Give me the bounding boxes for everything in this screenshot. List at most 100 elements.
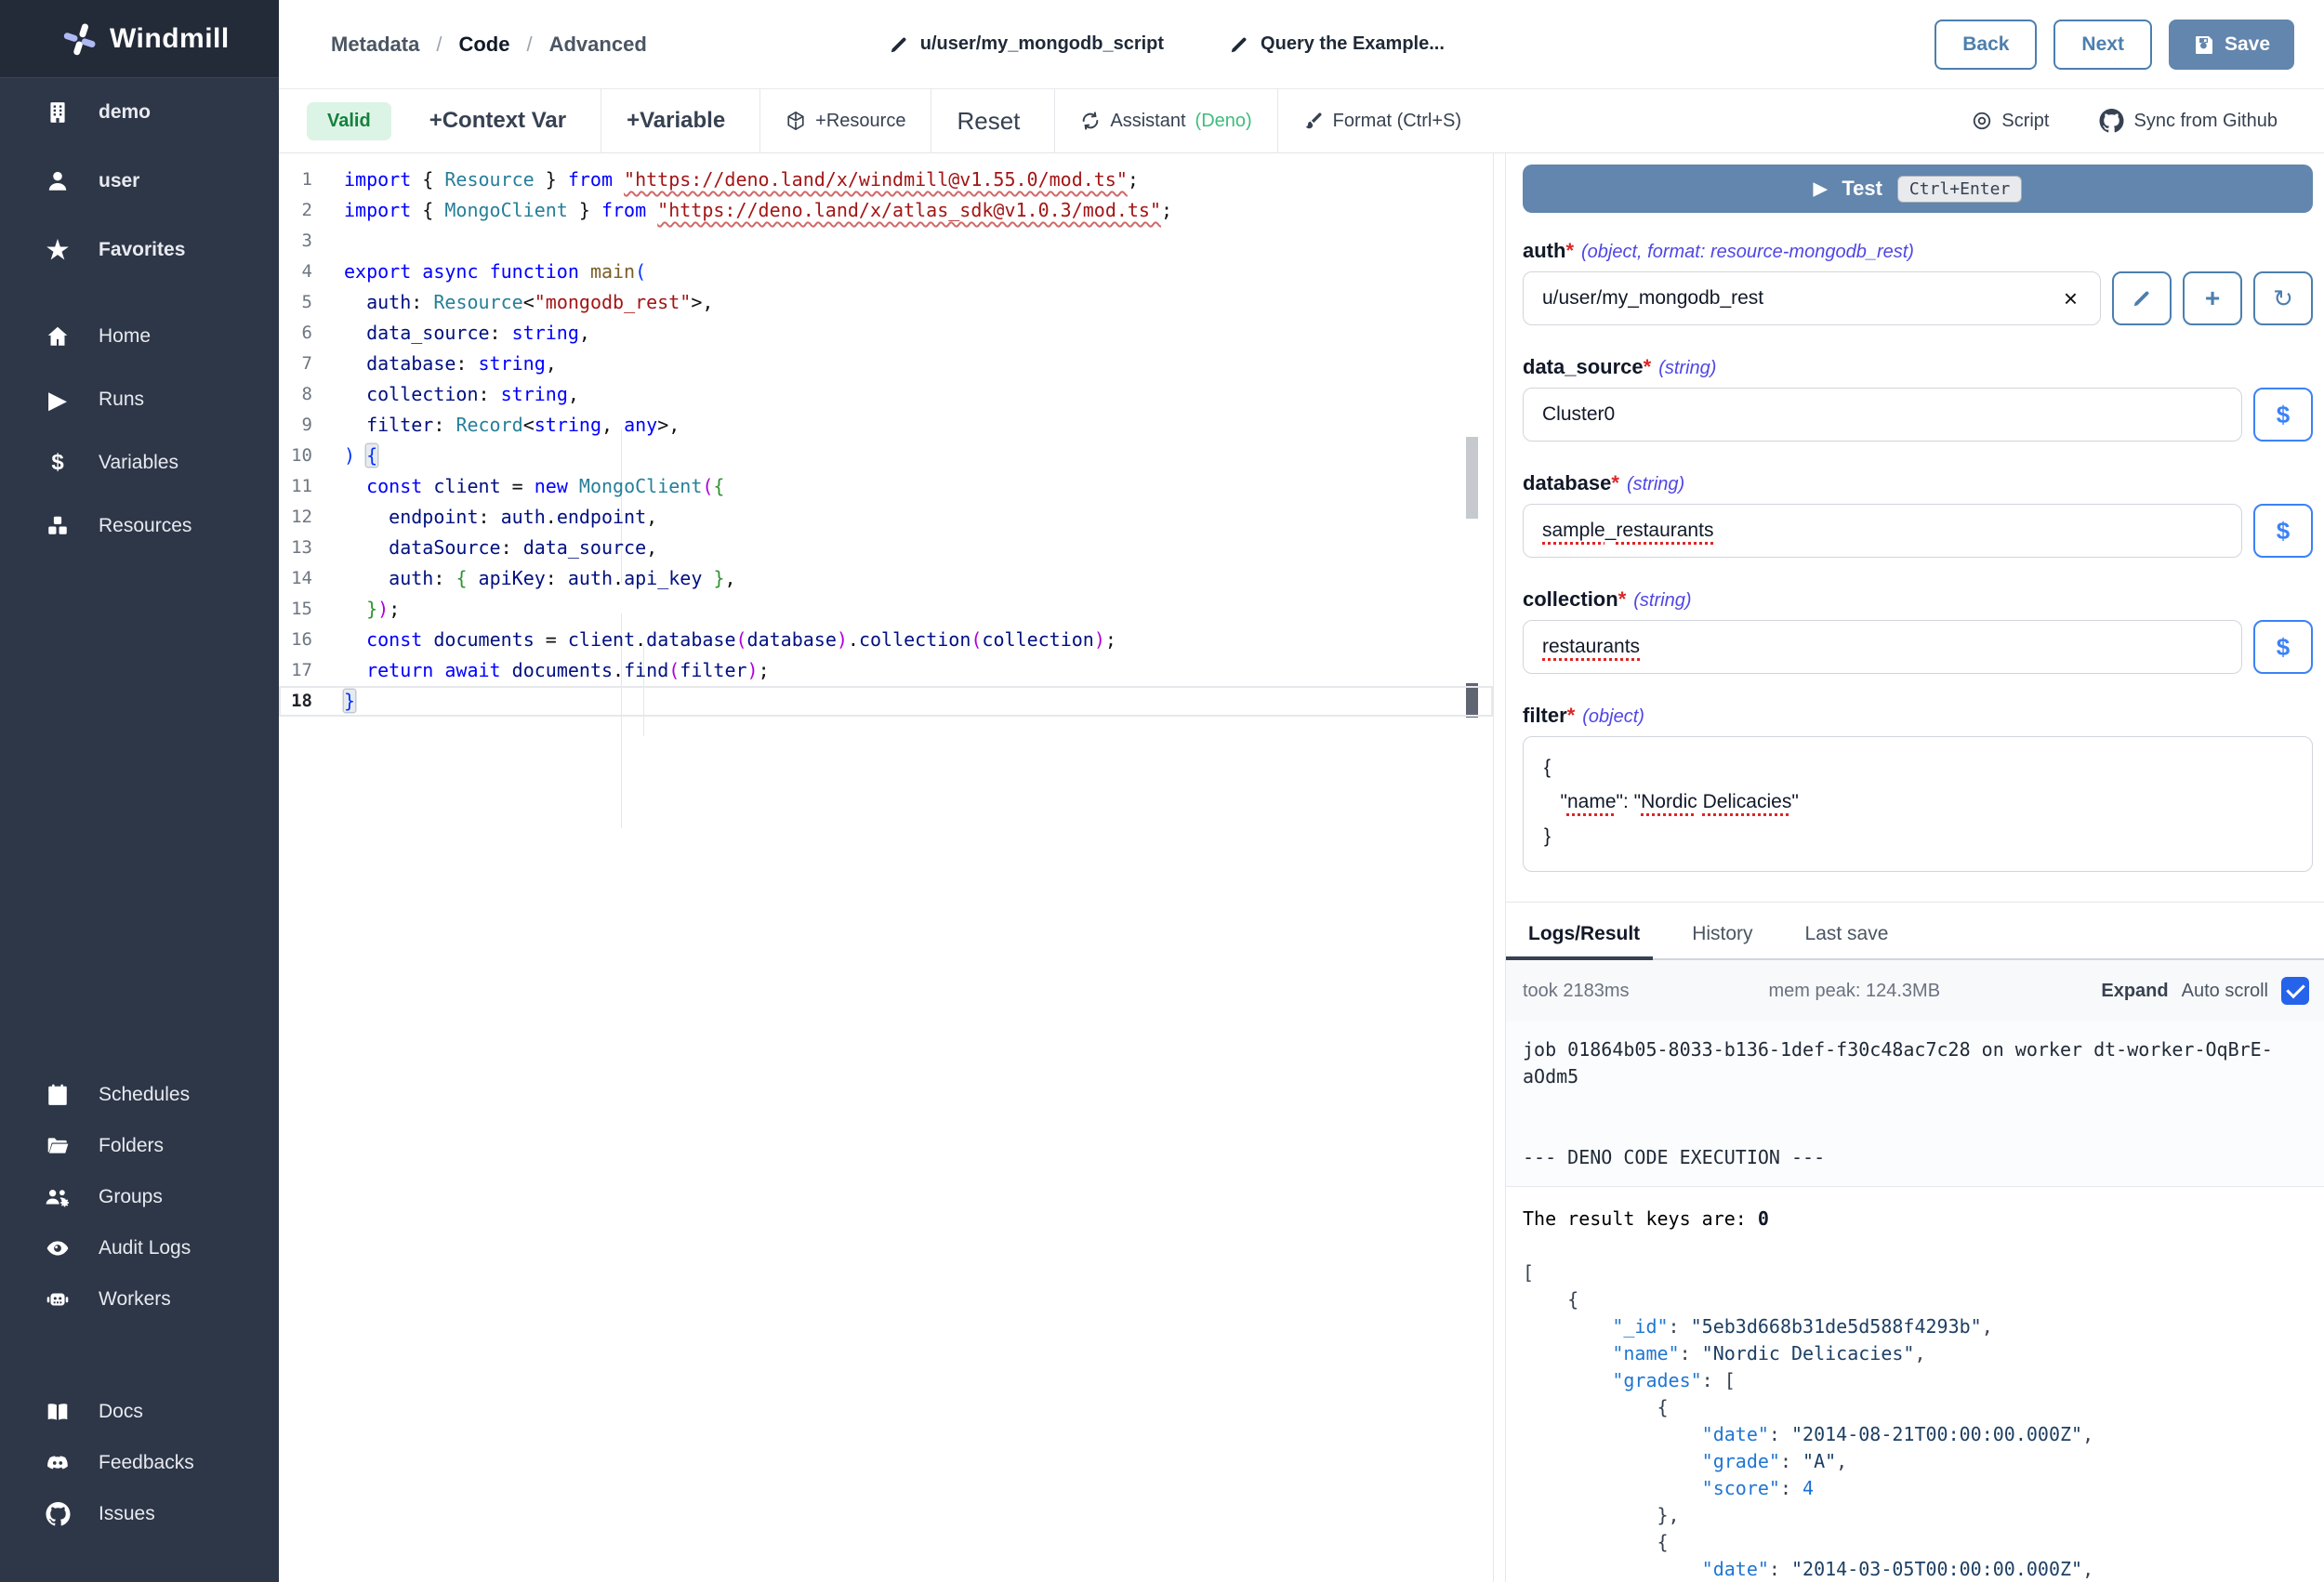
folder-icon bbox=[37, 1134, 78, 1158]
save-button[interactable]: Save bbox=[2169, 20, 2294, 70]
sidebar-item-runs[interactable]: ▶Runs bbox=[0, 368, 279, 431]
auth-resource-input[interactable]: u/user/my_mongodb_rest× bbox=[1523, 271, 2101, 325]
book-icon bbox=[37, 1400, 78, 1424]
code-editor[interactable]: 1import { Resource } from "https://deno.… bbox=[279, 153, 1493, 1582]
line-number: 14 bbox=[279, 563, 312, 594]
dollar-icon: +Context Var bbox=[429, 110, 566, 132]
back-button[interactable]: Back bbox=[1934, 20, 2037, 70]
sidebar-item-favorites[interactable]: ★Favorites bbox=[0, 216, 279, 284]
breadcrumb: Metadata/Code/Advanced bbox=[331, 33, 647, 57]
field-label: collection*(string) bbox=[1523, 587, 2313, 612]
sidebar-item-label: Issues bbox=[99, 1503, 155, 1525]
field-collection: collection*(string) restaurants$ bbox=[1523, 587, 2313, 674]
sidebar-item-workers[interactable]: Workers bbox=[0, 1273, 279, 1325]
sidebar-item-resources[interactable]: Resources bbox=[0, 494, 279, 558]
sidebar-item-label: user bbox=[99, 170, 139, 192]
windmill-logo[interactable]: Windmill bbox=[0, 0, 279, 78]
dollar-icon: $ bbox=[37, 452, 78, 474]
refresh-icon: ↻ bbox=[2273, 286, 2293, 311]
brush-icon bbox=[1303, 111, 1324, 131]
line-number: 3 bbox=[279, 226, 312, 257]
robot-icon bbox=[37, 1287, 78, 1312]
toolbar-format-ctrl-s[interactable]: Format (Ctrl+S) bbox=[1278, 99, 1486, 142]
play-icon: ▶ bbox=[37, 388, 78, 412]
toolbar-variable[interactable]: +Variable bbox=[601, 99, 759, 142]
edit-resource-button[interactable] bbox=[2112, 271, 2172, 325]
line-number: 1 bbox=[279, 165, 312, 195]
toolbar-assistant[interactable]: Assistant (Deno) bbox=[1055, 99, 1276, 142]
field-label: data_source*(string) bbox=[1523, 355, 2313, 379]
eye-icon bbox=[37, 1236, 78, 1260]
filter-object-editor[interactable]: { "name": "Nordic Delicacies"} bbox=[1523, 736, 2313, 872]
tab-logs-result[interactable]: Logs/Result bbox=[1523, 923, 1645, 958]
took-label: took 2183ms bbox=[1523, 981, 1630, 1002]
database-insert-variable-button[interactable]: $ bbox=[2253, 504, 2313, 558]
line-number: 18 bbox=[279, 686, 312, 717]
sidebar-item-demo[interactable]: demo bbox=[0, 78, 279, 147]
script-summary-label: Query the Example... bbox=[1261, 33, 1445, 55]
line-number: 2 bbox=[279, 195, 312, 226]
toolbar-sync-from-github[interactable]: Sync from Github bbox=[2086, 99, 2291, 142]
sidebar-item-groups[interactable]: Groups bbox=[0, 1171, 279, 1222]
collection-input[interactable]: restaurants bbox=[1523, 620, 2242, 674]
code-line-13: 13 dataSource: data_source, bbox=[279, 533, 1493, 563]
windmill-pinwheel-icon bbox=[61, 20, 99, 58]
database-input[interactable]: sample_restaurants bbox=[1523, 504, 2242, 558]
valid-status-badge: Valid bbox=[307, 102, 391, 140]
building-icon bbox=[37, 100, 78, 125]
data_source-insert-variable-button[interactable]: $ bbox=[2253, 388, 2313, 442]
next-button[interactable]: Next bbox=[2053, 20, 2152, 70]
assistant-icon bbox=[1080, 111, 1101, 131]
panel-resize-handle[interactable] bbox=[1493, 153, 1506, 1582]
sidebar-item-variables[interactable]: $Variables bbox=[0, 431, 279, 494]
save-floppy-icon bbox=[2193, 33, 2215, 56]
sidebar-item-audit-logs[interactable]: Audit Logs bbox=[0, 1222, 279, 1273]
add-resource-button[interactable]: + bbox=[2183, 271, 2242, 325]
toolbar-resource[interactable]: +Resource bbox=[760, 99, 931, 142]
code-line-8: 8 collection: string, bbox=[279, 379, 1493, 410]
collection-insert-variable-button[interactable]: $ bbox=[2253, 620, 2313, 674]
pencil-icon bbox=[889, 34, 909, 55]
sidebar-item-issues[interactable]: Issues bbox=[0, 1488, 279, 1539]
code-line-7: 7 database: string, bbox=[279, 349, 1493, 379]
tab-code[interactable]: Code bbox=[458, 33, 509, 57]
tab-last-save[interactable]: Last save bbox=[1800, 923, 1895, 958]
sidebar-item-docs[interactable]: Docs bbox=[0, 1386, 279, 1437]
tab-metadata[interactable]: Metadata bbox=[331, 33, 419, 57]
expand-button[interactable]: Expand bbox=[2101, 981, 2168, 1002]
line-number: 12 bbox=[279, 502, 312, 533]
code-line-15: 15 }); bbox=[279, 594, 1493, 625]
github-icon bbox=[37, 1502, 78, 1526]
groups-icon bbox=[37, 1185, 78, 1209]
user-icon bbox=[37, 169, 78, 193]
code-line-11: 11 const client = new MongoClient({ bbox=[279, 471, 1493, 502]
sidebar-item-label: Schedules bbox=[99, 1084, 190, 1106]
sidebar-item-feedbacks[interactable]: Feedbacks bbox=[0, 1437, 279, 1488]
sidebar-item-schedules[interactable]: Schedules bbox=[0, 1069, 279, 1120]
cubes-icon bbox=[37, 514, 78, 538]
sidebar-item-label: Audit Logs bbox=[99, 1237, 191, 1259]
sidebar-item-label: Folders bbox=[99, 1135, 164, 1157]
data_source-input[interactable]: Cluster0 bbox=[1523, 388, 2242, 442]
sidebar-item-label: Favorites bbox=[99, 239, 185, 261]
tab-history[interactable]: History bbox=[1686, 923, 1758, 958]
sidebar-item-label: Docs bbox=[99, 1401, 143, 1423]
sidebar-item-home[interactable]: Home bbox=[0, 305, 279, 368]
app-root: Windmill demouser★Favorites Home▶Runs$Va… bbox=[0, 0, 2324, 1582]
target-icon bbox=[1972, 111, 1992, 131]
toolbar-context-var[interactable]: +Context Var bbox=[404, 99, 601, 142]
field-auth: auth*(object, format: resource-mongodb_r… bbox=[1523, 239, 2313, 325]
code-line-3: 3 bbox=[279, 226, 1493, 257]
autoscroll-checkbox[interactable] bbox=[2281, 977, 2309, 1005]
refresh-resource-button[interactable]: ↻ bbox=[2253, 271, 2313, 325]
field-data_source: data_source*(string) Cluster0$ bbox=[1523, 355, 2313, 442]
tab-advanced[interactable]: Advanced bbox=[549, 33, 647, 57]
toolbar-script[interactable]: Script bbox=[1959, 99, 2062, 142]
sidebar-item-folders[interactable]: Folders bbox=[0, 1120, 279, 1171]
sidebar-item-user[interactable]: user bbox=[0, 147, 279, 216]
script-path-edit[interactable]: u/user/my_mongodb_script bbox=[889, 33, 1164, 55]
clear-resource-icon[interactable]: × bbox=[2060, 284, 2081, 313]
toolbar-reset[interactable]: Reset bbox=[931, 99, 1054, 142]
test-button[interactable]: ▶ Test Ctrl+Enter bbox=[1523, 165, 2313, 213]
script-summary-edit[interactable]: Query the Example... bbox=[1229, 33, 1445, 55]
